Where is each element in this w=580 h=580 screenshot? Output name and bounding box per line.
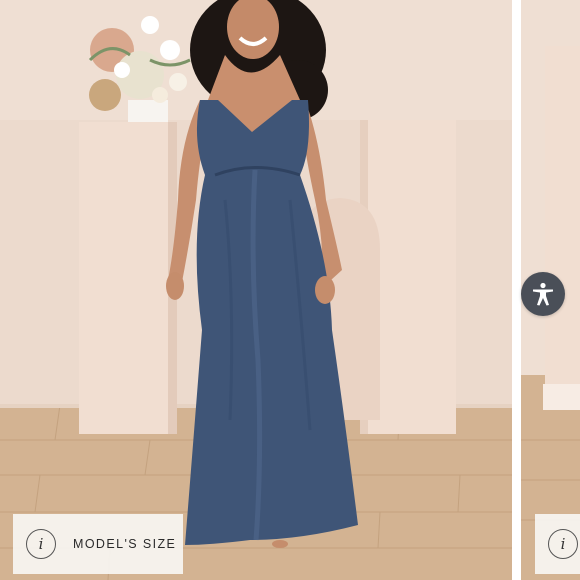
accessibility-button[interactable] [521,272,565,316]
product-image-carousel: i MODEL'S SIZE i [0,0,580,580]
models-size-label: MODEL'S SIZE [73,537,177,551]
main-product-image-slide[interactable]: i MODEL'S SIZE [0,0,512,580]
info-icon: i [548,529,578,559]
models-size-button[interactable]: i MODEL'S SIZE [13,514,183,574]
accessibility-person-icon [533,282,553,306]
next-slide-models-size-button[interactable]: i [535,514,580,574]
info-icon: i [26,529,56,559]
product-photo [0,0,512,580]
